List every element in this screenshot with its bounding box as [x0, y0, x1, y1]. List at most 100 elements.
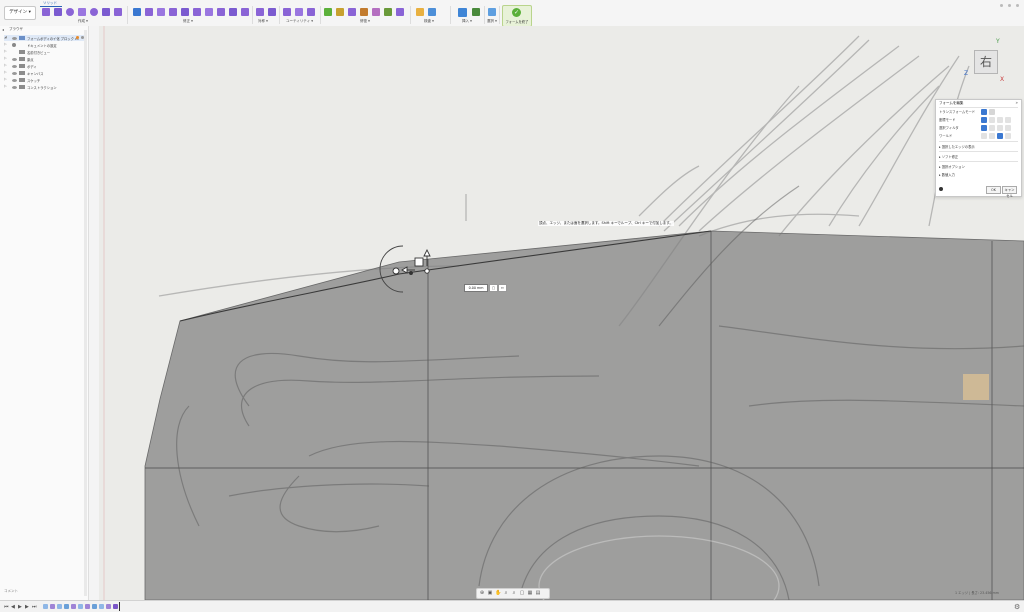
go-to-start-icon[interactable]: ⏮ — [4, 604, 9, 610]
create-torus-icon[interactable] — [90, 8, 98, 16]
insert-canvas-icon[interactable] — [458, 8, 467, 17]
timeline-feature[interactable] — [92, 604, 97, 609]
browser-scrollbar[interactable] — [84, 30, 87, 596]
browser-header[interactable]: ◂ ブラウザ — [2, 27, 86, 34]
edit-form-icon[interactable] — [133, 8, 141, 16]
viewport-canvas[interactable]: 頂点、エッジ、または面を選択します。Shift キーでループ、Ctrl キーで付… — [99, 26, 1024, 600]
repair-tool-icon[interactable] — [360, 8, 368, 16]
pull-icon[interactable] — [241, 8, 249, 16]
timeline-form-feature[interactable] — [113, 604, 118, 609]
ok-button[interactable]: OK — [986, 186, 1001, 194]
play-icon[interactable]: ▶ — [18, 604, 22, 610]
create-plane-icon[interactable] — [54, 8, 62, 16]
expand-arrow-icon[interactable]: ▷ — [4, 56, 7, 60]
group-create-label[interactable]: 作成 ▾ — [78, 19, 88, 24]
section-numeric-input[interactable]: ▸ 数値入力 — [939, 172, 955, 177]
screen-coord-icon[interactable] — [1005, 117, 1011, 123]
measure-icon[interactable] — [416, 8, 424, 16]
timeline-feature[interactable] — [106, 604, 111, 609]
window-control-icon[interactable] — [1016, 4, 1019, 7]
merge-edge-icon[interactable] — [181, 8, 189, 16]
fit-icon[interactable]: ⌕ — [511, 590, 517, 596]
reverse-normal-icon[interactable] — [396, 8, 404, 16]
browser-node-bodies[interactable]: ▷ ボディ — [4, 63, 86, 69]
window-control-icon[interactable] — [1008, 4, 1011, 7]
insert-mesh-icon[interactable] — [472, 8, 480, 16]
browser-node-sketches[interactable]: ▷ スケッチ — [4, 77, 86, 83]
expand-arrow-icon[interactable]: ▷ — [4, 70, 7, 74]
go-to-end-icon[interactable]: ⏭ — [32, 604, 37, 610]
unfreeze-icon[interactable] — [348, 8, 356, 16]
body-filter-icon[interactable] — [1005, 125, 1011, 131]
freeze-icon[interactable] — [336, 8, 344, 16]
expand-arrow-icon[interactable]: ▷ — [4, 42, 7, 46]
expand-arrow-icon[interactable]: ▷ — [4, 77, 7, 81]
crease-icon[interactable] — [229, 8, 237, 16]
visibility-eye-icon[interactable] — [12, 36, 17, 40]
info-icon[interactable] — [939, 187, 943, 191]
dimension-toggle-icon[interactable]: ⇔ — [498, 284, 507, 292]
dimension-input[interactable]: 0.00 mm — [464, 284, 488, 292]
section-selected-edges[interactable]: ▸ 選択したエッジの表示 — [939, 144, 975, 149]
group-modify-label[interactable]: 修正 ▾ — [183, 19, 193, 24]
workspace-switcher[interactable]: デザイン ▾ — [4, 6, 36, 20]
visibility-eye-icon[interactable] — [12, 85, 17, 89]
timeline-feature[interactable] — [50, 604, 55, 609]
group-select-label[interactable]: 選択 ▾ — [487, 19, 497, 24]
gear-icon[interactable]: ⚙ — [1014, 603, 1020, 611]
face-filter-icon[interactable] — [997, 125, 1003, 131]
look-at-icon[interactable]: ▣ — [487, 590, 493, 596]
timeline-feature[interactable] — [99, 604, 104, 609]
browser-node-origin[interactable]: ▷ 原点 — [4, 56, 86, 62]
group-utilities-label[interactable]: ユーティリティ ▾ — [286, 19, 313, 24]
insert-edge-icon[interactable] — [145, 8, 153, 16]
create-sphere-icon[interactable] — [66, 8, 74, 16]
viewcube-face[interactable]: 右 — [974, 50, 998, 74]
bridge-icon[interactable] — [193, 8, 201, 16]
vertex-filter-icon[interactable] — [981, 125, 987, 131]
world-coord-icon[interactable] — [981, 117, 987, 123]
browser-root-node[interactable]: ◢ フォームボディのイ化 ブロック v1 — [4, 35, 86, 41]
edge-filter-icon[interactable] — [989, 125, 995, 131]
timeline-marker[interactable] — [119, 602, 120, 611]
group-repair-label[interactable]: 修復 ▾ — [360, 19, 370, 24]
local-coord-icon[interactable] — [997, 117, 1003, 123]
step-back-icon[interactable]: ◀ — [11, 604, 15, 610]
viewcube[interactable]: Y 右 Z X — [962, 38, 1014, 88]
circular-symmetry-icon[interactable] — [268, 8, 276, 16]
cancel-button[interactable]: キャンセル — [1002, 186, 1017, 198]
fill-hole-icon[interactable] — [205, 8, 213, 16]
timeline-feature[interactable] — [43, 604, 48, 609]
close-icon[interactable]: » — [1016, 100, 1018, 105]
lock-icon[interactable] — [76, 36, 79, 39]
group-symmetry-label[interactable]: 対称 ▾ — [258, 19, 268, 24]
insert-point-icon[interactable] — [169, 8, 177, 16]
view-coord-icon[interactable] — [989, 117, 995, 123]
display-settings-icon[interactable]: ▢ — [519, 590, 525, 596]
display-mode-icon[interactable] — [283, 8, 291, 16]
visibility-eye-icon[interactable] — [12, 64, 17, 68]
group-inspect-label[interactable]: 検査 ▾ — [424, 19, 434, 24]
select-prev-icon[interactable] — [981, 133, 987, 139]
comments-label[interactable]: コメント — [4, 589, 18, 594]
subdivide-icon[interactable] — [157, 8, 165, 16]
browser-node-construction[interactable]: ▷ コンストラクション — [4, 84, 86, 90]
select-ring-icon[interactable] — [1005, 133, 1011, 139]
create-box-icon[interactable] — [42, 8, 50, 16]
multi-mode-icon[interactable] — [981, 109, 987, 115]
browser-node-canvases[interactable]: ▷ キャンバス — [4, 70, 86, 76]
section-soft-modification[interactable]: ▸ ソフト修正 — [939, 154, 958, 159]
stitch-icon[interactable] — [372, 8, 380, 16]
timeline-feature[interactable] — [85, 604, 90, 609]
timeline-feature[interactable] — [57, 604, 62, 609]
section-selection-options[interactable]: ▸ 選択オプション — [939, 164, 965, 169]
timeline-feature[interactable] — [64, 604, 69, 609]
window-control-icon[interactable] — [1000, 4, 1003, 7]
select-loop-icon[interactable] — [997, 133, 1003, 139]
collapse-icon[interactable]: ◂ — [2, 27, 4, 32]
browser-node-named-views[interactable]: ▷ 名前付きビュー — [4, 49, 86, 55]
orbit-icon[interactable]: ⊕ — [479, 590, 485, 596]
browser-node-document-settings[interactable]: ▷ ドキュメントの設定 — [4, 42, 86, 48]
convert-icon[interactable] — [324, 8, 332, 16]
select-next-icon[interactable] — [989, 133, 995, 139]
